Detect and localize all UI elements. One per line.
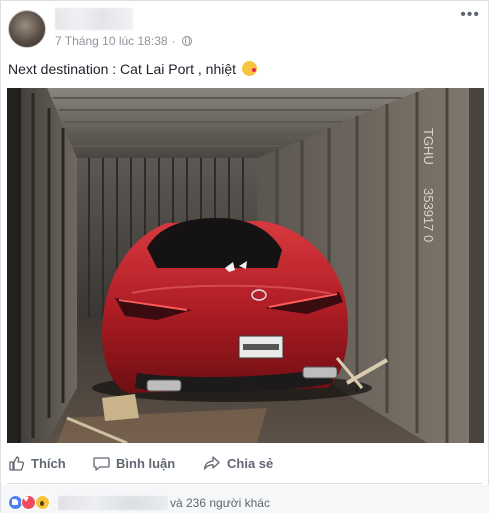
post-meta: 7 Tháng 10 lúc 18:38 · [55,34,192,48]
reactor-names-blurred[interactable] [58,496,168,510]
container-code-prefix: TGHU [421,128,436,165]
kiss-emoji-icon [241,61,257,76]
post-divider [7,483,482,484]
caption-text: Next destination : Cat Lai Port , nhiệt [8,61,237,77]
wow-reaction-icon [35,495,50,510]
reactions-summary[interactable]: và 236 người khác [1,485,489,513]
post-caption: Next destination : Cat Lai Port , nhiệt [8,61,257,77]
globe-icon [181,36,192,46]
author-avatar[interactable] [8,10,46,48]
like-label: Thích [31,456,66,471]
post-timestamp[interactable]: 7 Tháng 10 lúc 18:38 [55,34,168,48]
reaction-others-count[interactable]: và 236 người khác [170,496,270,510]
more-options-icon[interactable]: ••• [460,7,480,23]
share-button[interactable]: Chia sẻ [203,455,273,472]
love-reaction-icon [21,494,36,510]
share-arrow-icon [203,456,220,470]
comment-button[interactable]: Bình luận [93,455,175,472]
comment-label: Bình luận [116,456,176,471]
author-name-blurred[interactable] [55,8,133,30]
share-label: Chia sẻ [227,456,274,471]
like-button[interactable]: Thích [8,455,66,472]
container-code-number: 353917 0 [421,188,436,242]
thumbs-up-icon [9,456,25,471]
comment-bubble-icon [93,457,110,471]
container-car-illustration: TGHU 353917 0 [7,88,484,443]
post-photo[interactable]: TGHU 353917 0 [7,88,484,443]
post-action-bar: Thích Bình luận Chia sẻ [1,447,489,479]
meta-separator: · [171,34,176,48]
facebook-post: 7 Tháng 10 lúc 18:38 · ••• Next destinat… [0,0,489,513]
